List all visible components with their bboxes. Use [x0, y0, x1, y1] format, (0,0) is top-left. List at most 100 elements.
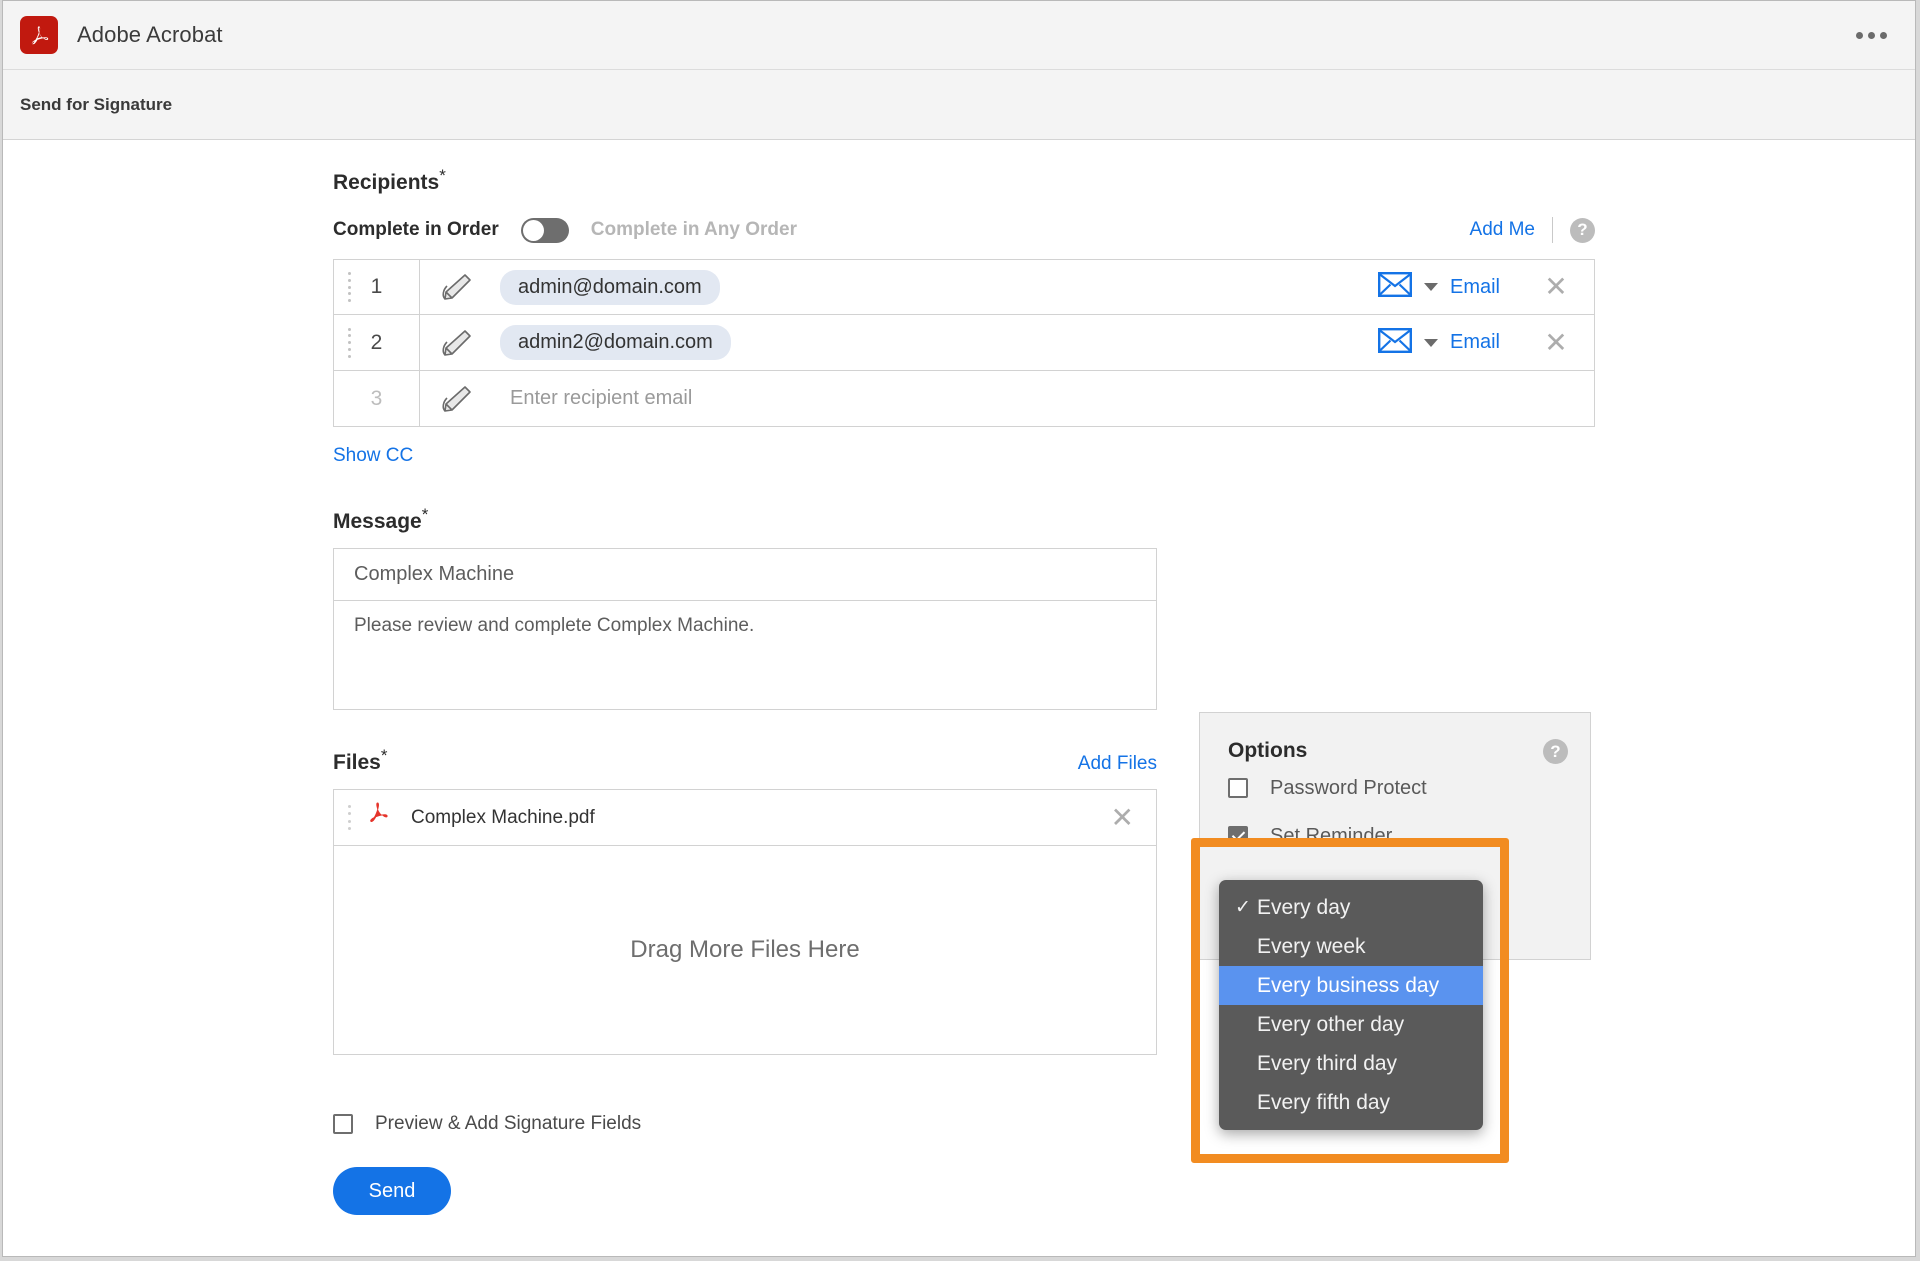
close-icon: ✕ — [1110, 801, 1134, 833]
show-cc-link[interactable]: Show CC — [333, 445, 1595, 467]
chevron-down-icon[interactable] — [1423, 338, 1438, 347]
close-icon: ✕ — [1544, 326, 1568, 358]
signer-role-icon[interactable] — [420, 328, 492, 358]
delivery-method-label[interactable]: Email — [1450, 276, 1500, 299]
content-area: Recipients* Complete in Order Complete i… — [3, 140, 1915, 1255]
menu-item-label: Every day — [1257, 895, 1351, 919]
recipient-index: 1 — [334, 260, 420, 314]
complete-in-order-label: Complete in Order — [333, 219, 499, 240]
password-protect-checkbox[interactable] — [1228, 778, 1248, 798]
delivery-method-selector[interactable]: Email — [1377, 272, 1518, 302]
files-label: Files — [333, 751, 381, 774]
recipient-email-field[interactable]: admin2@domain.com — [492, 325, 1378, 360]
required-marker: * — [421, 505, 429, 524]
remove-recipient-button[interactable]: ✕ — [1518, 273, 1594, 301]
check-icon: ✓ — [1235, 897, 1251, 918]
recipient-email-input[interactable]: Enter recipient email — [492, 387, 1594, 410]
page-title: Send for Signature — [20, 94, 173, 114]
grip-dot — [348, 347, 351, 351]
required-marker: * — [380, 746, 388, 765]
grip-dot — [348, 327, 351, 331]
file-name: Complex Machine.pdf — [411, 806, 595, 828]
reminder-frequency-dropdown[interactable]: ✓ Every day Every week Every business da… — [1219, 880, 1483, 1130]
option-password-protect[interactable]: Password Protect — [1200, 764, 1590, 812]
menu-item-label: Every business day — [1257, 973, 1440, 997]
recipient-index-value: 2 — [370, 330, 383, 354]
menu-item-label: Every fifth day — [1257, 1090, 1391, 1114]
option-set-reminder[interactable]: Set Reminder — [1200, 812, 1590, 860]
grip-dot — [348, 285, 351, 289]
toggle-knob — [522, 219, 544, 241]
recipient-index: 3 — [334, 371, 420, 426]
files-box: Complex Machine.pdf ✕ Drag More Files He… — [333, 789, 1157, 1055]
send-button[interactable]: Send — [333, 1167, 451, 1215]
password-protect-label: Password Protect — [1270, 776, 1427, 799]
required-marker: * — [439, 166, 446, 185]
completion-order-toggle[interactable] — [520, 217, 569, 243]
add-me-link[interactable]: Add Me — [1470, 219, 1535, 241]
message-body-textarea[interactable]: Please review and complete Complex Machi… — [334, 601, 1156, 709]
menu-item-every-business-day[interactable]: Every business day — [1219, 966, 1483, 1005]
recipient-email-pill[interactable]: admin2@domain.com — [500, 325, 731, 360]
message-box: Complex Machine Please review and comple… — [333, 548, 1157, 710]
recipient-email-pill[interactable]: admin@domain.com — [500, 269, 720, 305]
add-files-link[interactable]: Add Files — [1078, 753, 1157, 775]
grip-dot — [348, 341, 351, 344]
message-label: Message — [333, 510, 422, 533]
drag-handle-icon[interactable] — [348, 327, 351, 358]
envelope-icon[interactable] — [1377, 327, 1412, 358]
files-heading: Files* — [333, 746, 387, 775]
chevron-down-icon[interactable] — [1423, 283, 1438, 291]
options-header: Options ? — [1200, 713, 1590, 764]
remove-recipient-button[interactable]: ✕ — [1518, 326, 1594, 358]
menu-item-every-third-day[interactable]: Every third day — [1219, 1044, 1483, 1083]
drag-handle-icon[interactable] — [348, 272, 351, 302]
delivery-method-label[interactable]: Email — [1450, 331, 1500, 354]
table-row[interactable]: 1 admin@domain.com Email ✕ — [333, 259, 1595, 315]
grip-dot — [348, 272, 351, 275]
acrobat-window: Adobe Acrobat Send for Signature Recipie… — [2, 0, 1916, 1257]
signer-role-icon[interactable] — [420, 272, 492, 302]
files-section: Files* Add Files Complex Machine.pdf ✕ D… — [333, 746, 1157, 1055]
menu-item-label: Every week — [1257, 934, 1366, 958]
message-heading: Message* — [333, 505, 1157, 534]
file-drop-zone[interactable]: Drag More Files Here — [334, 846, 1156, 1054]
recipients-help-icon[interactable]: ? — [1570, 217, 1595, 243]
menu-item-every-week[interactable]: Every week — [1219, 927, 1483, 966]
more-options-icon[interactable] — [1852, 24, 1891, 47]
message-section: Message* Complex Machine Please review a… — [333, 505, 1157, 710]
list-item[interactable]: Complex Machine.pdf ✕ — [334, 790, 1156, 846]
title-bar: Adobe Acrobat — [3, 1, 1915, 70]
kebab-dot — [1880, 31, 1887, 39]
preview-signature-fields-checkbox[interactable] — [333, 1114, 353, 1134]
recipients-label: Recipients — [333, 171, 440, 194]
grip-dot — [348, 292, 351, 296]
options-title: Options — [1228, 739, 1308, 762]
message-subject-input[interactable]: Complex Machine — [334, 549, 1156, 601]
remove-file-button[interactable]: ✕ — [1110, 801, 1134, 833]
kebab-dot — [1868, 31, 1875, 39]
drag-handle-icon[interactable] — [348, 804, 351, 831]
menu-item-label: Every third day — [1257, 1051, 1398, 1075]
menu-item-every-fifth-day[interactable]: Every fifth day — [1219, 1083, 1483, 1122]
table-row[interactable]: 3 Enter recipient email — [333, 371, 1595, 427]
recipient-list: 1 admin@domain.com Email ✕ 2 admin2@doma… — [333, 259, 1595, 427]
options-help-icon[interactable]: ? — [1543, 739, 1568, 764]
completion-order-row: Complete in Order Complete in Any Order … — [333, 215, 1595, 245]
grip-dot — [348, 804, 351, 808]
set-reminder-checkbox[interactable] — [1228, 826, 1248, 846]
grip-dot — [348, 819, 351, 823]
grip-dot — [348, 334, 351, 338]
sub-header: Send for Signature — [3, 70, 1915, 140]
recipients-actions: Add Me ? — [1470, 217, 1595, 243]
files-header: Files* Add Files — [333, 746, 1157, 775]
signer-role-icon[interactable] — [420, 384, 492, 414]
table-row[interactable]: 2 admin2@domain.com Email ✕ — [333, 315, 1595, 371]
menu-item-every-other-day[interactable]: Every other day — [1219, 1005, 1483, 1044]
grip-dot — [348, 354, 351, 358]
recipient-email-field[interactable]: admin@domain.com — [492, 269, 1378, 305]
envelope-icon[interactable] — [1377, 272, 1412, 302]
menu-item-every-day[interactable]: ✓ Every day — [1219, 888, 1483, 927]
delivery-method-selector[interactable]: Email — [1377, 327, 1518, 358]
grip-dot — [348, 812, 351, 816]
